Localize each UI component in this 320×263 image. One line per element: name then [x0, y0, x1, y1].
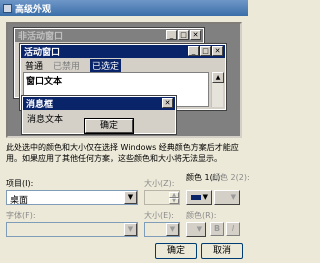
message-text: 消息文本	[27, 115, 64, 125]
spin-down-icon[interactable]: ▼	[169, 198, 179, 204]
item-size-label: 大小(Z):	[144, 179, 175, 188]
preview-area[interactable]: 非活动窗口 _ □ ✕ 活动窗口 _ □ ✕ 普通 已禁用 已选定 窗口文本 ▲	[6, 22, 242, 138]
chevron-down-icon[interactable]: ▼	[166, 223, 179, 236]
font-size-select[interactable]: ▼	[144, 222, 180, 237]
inactive-caption[interactable]: 非活动窗口 _ □ ✕	[15, 29, 203, 42]
chevron-down-icon[interactable]: ▼	[124, 223, 137, 236]
message-box[interactable]: 消息框 ✕ 消息文本 确定	[21, 95, 177, 135]
bold-button[interactable]: B	[210, 222, 224, 236]
item-size-spinner[interactable]: ▲ ▼	[144, 190, 180, 205]
italic-button[interactable]: I	[226, 222, 240, 236]
font-color-button[interactable]: ▼	[186, 222, 206, 237]
item-select-value: 桌面	[10, 196, 29, 206]
message-box-title: 消息框	[26, 100, 54, 110]
item-select[interactable]: 桌面 ▼	[6, 190, 138, 206]
minimize-icon: _	[166, 30, 177, 40]
message-ok-button[interactable]: 确定	[84, 118, 134, 134]
font-label: 字体(F):	[6, 211, 36, 220]
ok-button[interactable]: 确定	[155, 243, 197, 259]
active-caption[interactable]: 活动窗口 _ □ ✕	[21, 45, 225, 58]
color2-button[interactable]: ▼	[214, 190, 240, 205]
window-title: 高级外观	[15, 4, 52, 15]
scrollbar[interactable]: ▲	[211, 72, 224, 107]
maximize-icon: □	[178, 30, 189, 40]
item-label: 项目(I):	[6, 179, 34, 188]
active-window-title: 活动窗口	[24, 48, 61, 58]
close-icon: ✕	[212, 46, 223, 56]
description-text: 此处选中的颜色和大小仅在选择 Windows 经典颜色方案后才能应用。如果应用了…	[6, 143, 239, 163]
color2-label: 颜色 2(2):	[212, 173, 250, 182]
chevron-down-icon: ▼	[230, 193, 236, 201]
chevron-down-icon: ▼	[196, 225, 202, 233]
font-color-label: 颜色(R):	[186, 211, 217, 220]
menu-item-selected[interactable]: 已选定	[90, 58, 122, 72]
maximize-icon: □	[200, 46, 211, 56]
inactive-window-title: 非活动窗口	[18, 32, 64, 42]
chevron-down-icon[interactable]: ▼	[124, 191, 137, 204]
message-box-caption[interactable]: 消息框 ✕	[23, 97, 175, 110]
color1-button[interactable]: ▼	[186, 190, 212, 205]
menu-item-disabled[interactable]: 已禁用	[53, 59, 80, 72]
close-icon: ✕	[190, 30, 201, 40]
font-select[interactable]: ▼	[6, 222, 138, 237]
scroll-up-icon[interactable]: ▲	[212, 72, 224, 83]
cancel-button[interactable]: 取消	[201, 243, 243, 259]
title-bar: 高级外观	[0, 0, 248, 16]
menu-bar: 普通 已禁用 已选定	[22, 58, 224, 72]
window-icon	[3, 3, 12, 13]
chevron-down-icon: ▼	[202, 193, 208, 201]
font-size-label: 大小(E):	[144, 211, 174, 220]
color1-swatch	[191, 195, 201, 200]
menu-item-normal[interactable]: 普通	[25, 59, 43, 72]
minimize-icon: _	[188, 46, 199, 56]
close-icon: ✕	[162, 98, 173, 108]
